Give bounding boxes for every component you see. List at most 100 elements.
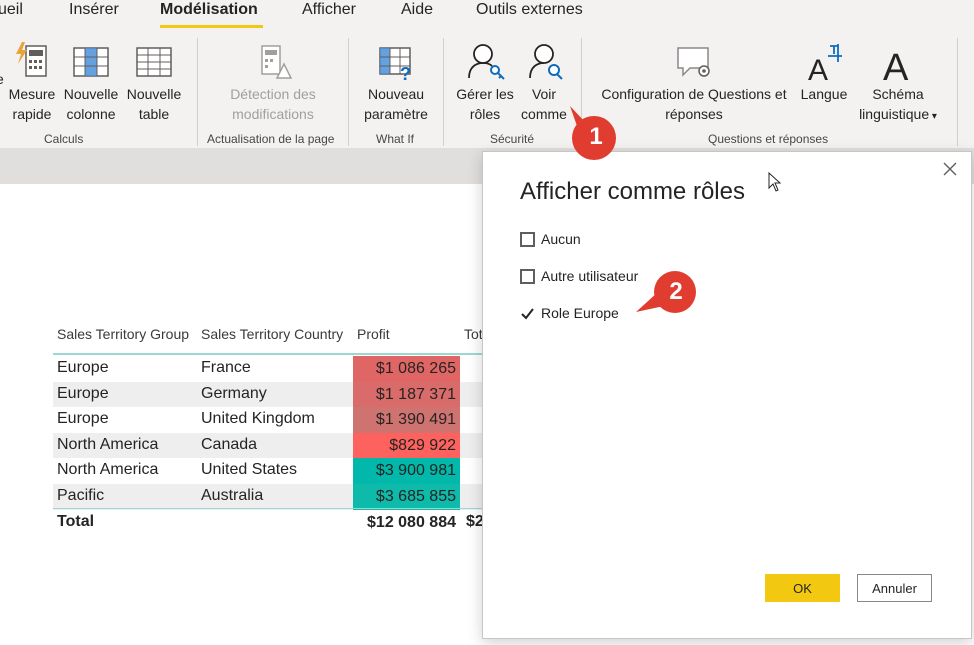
chevron-down-icon: ▾ <box>929 111 937 122</box>
role-option-label: Aucun <box>541 231 581 247</box>
cell-country: Canada <box>201 435 258 453</box>
total-profit: $12 080 884 <box>367 514 456 531</box>
new-column-label-1: Nouvelle <box>63 86 119 102</box>
tab-modelisation[interactable]: Modélisation <box>160 1 258 19</box>
group-label-calculs: Calculs <box>44 132 84 146</box>
checkbox-none[interactable] <box>520 232 535 247</box>
new-column-icon <box>73 47 109 77</box>
cell-profit: $829 922 <box>353 432 460 459</box>
cell-group: Europe <box>57 410 109 428</box>
new-table-label-1: Nouvelle <box>126 86 182 102</box>
new-parameter-button[interactable]: ? Nouveau paramètre <box>360 40 432 124</box>
checkbox-role-europe[interactable] <box>520 306 535 321</box>
ribbon-separator <box>957 38 958 146</box>
total-label: Total <box>57 513 95 530</box>
new-parameter-label-1: Nouveau <box>367 86 425 102</box>
column-header-total[interactable]: Tot <box>464 326 483 342</box>
svg-text:?: ? <box>400 64 411 84</box>
cell-profit: $3 685 855 <box>353 484 460 510</box>
table-row[interactable]: North America United States $3 900 981 <box>53 458 493 484</box>
quick-measure-label-1: Mesure <box>8 86 56 102</box>
cell-group: Europe <box>57 384 109 402</box>
ribbon-tab-bar: ueil Insérer Modélisation Afficher Aide … <box>0 0 974 30</box>
view-as-icon <box>529 44 563 80</box>
checkmark-icon <box>520 306 535 321</box>
quick-measure-label-2: rapide <box>12 106 52 122</box>
view-as-roles-dialog: Afficher comme rôles Aucun Autre utilisa… <box>482 151 972 639</box>
language-icon: A <box>808 44 842 84</box>
header-divider <box>53 353 493 355</box>
role-option-label: Autre utilisateur <box>541 268 639 284</box>
tab-aide[interactable]: Aide <box>401 1 433 19</box>
dialog-title: Afficher comme rôles <box>520 178 745 205</box>
tab-inserer[interactable]: Insérer <box>69 1 119 19</box>
cancel-button[interactable]: Annuler <box>857 574 932 602</box>
cell-profit: $1 187 371 <box>353 381 460 408</box>
svg-text:A: A <box>883 47 909 84</box>
change-detection-label-2: modifications <box>232 106 314 122</box>
new-parameter-label-2: paramètre <box>364 106 428 122</box>
column-header-country[interactable]: Sales Territory Country <box>201 326 343 342</box>
linguistic-schema-button[interactable]: A Schéma linguistique ▾ <box>852 40 944 127</box>
checkbox-other-user[interactable] <box>520 269 535 284</box>
group-label-security: Sécurité <box>490 132 535 146</box>
new-table-icon <box>136 47 172 77</box>
new-column-label-2: colonne <box>66 106 116 122</box>
language-button[interactable]: A Langue <box>798 40 850 104</box>
cell-profit: $3 900 981 <box>353 458 460 484</box>
table-row[interactable]: North America Canada $829 922 <box>53 432 493 459</box>
close-icon[interactable] <box>941 160 959 178</box>
change-detection-button[interactable]: Détection des modifications <box>222 40 324 124</box>
table-row[interactable]: Europe Germany $1 187 371 <box>53 381 493 408</box>
role-option-label: Role Europe <box>541 305 619 321</box>
cell-group: North America <box>57 435 159 453</box>
linguistic-schema-icon: A <box>883 47 909 84</box>
group-label-qa: Questions et réponses <box>708 132 829 146</box>
view-as-label-1: Voir <box>531 86 557 102</box>
column-header-group[interactable]: Sales Territory Group <box>57 326 189 342</box>
column-header-profit[interactable]: Profit <box>357 326 390 342</box>
linguistic-schema-label-2: linguistique <box>859 106 930 122</box>
change-detection-icon <box>261 45 293 79</box>
quick-measure-button[interactable]: Mesure rapide <box>6 40 58 124</box>
total-divider <box>53 508 493 509</box>
new-column-button[interactable]: Nouvelle colonne <box>61 40 121 124</box>
table-row[interactable]: Europe France $1 086 265 <box>53 356 493 382</box>
manage-roles-icon <box>468 44 505 80</box>
qa-setup-button[interactable]: Configuration de Questions et réponses <box>592 40 796 124</box>
cell-country: United States <box>201 461 298 479</box>
manage-roles-label-2: rôles <box>469 106 501 122</box>
new-table-button[interactable]: Nouvelle table <box>124 40 184 124</box>
qa-setup-label-1: Configuration de Questions et <box>601 86 787 102</box>
ok-button[interactable]: OK <box>765 574 840 602</box>
cell-country: Australia <box>201 487 264 504</box>
mouse-cursor-icon <box>768 172 782 192</box>
qa-setup-icon <box>677 47 710 77</box>
ribbon-separator <box>443 38 444 146</box>
cell-group: Pacific <box>57 487 105 504</box>
view-as-button[interactable]: Voir comme <box>516 40 572 124</box>
callout-number: 2 <box>669 278 683 305</box>
tab-accueil[interactable]: ueil <box>0 1 23 19</box>
callout-1: 1 <box>567 106 617 162</box>
table-total-row[interactable]: Total $12 080 884 $2 <box>53 510 493 536</box>
cell-country: France <box>201 359 251 376</box>
svg-text:e: e <box>0 71 4 84</box>
cell-profit: $1 086 265 <box>353 356 460 382</box>
new-table-label-2: table <box>138 106 170 122</box>
new-parameter-icon: ? <box>379 47 411 84</box>
table-row[interactable]: Pacific Australia $3 685 855 <box>53 484 493 510</box>
ribbon: e Mesure rapide Nouvelle colonne Nouvell… <box>0 30 974 148</box>
language-label: Langue <box>800 86 848 102</box>
active-tab-indicator <box>160 25 263 28</box>
quick-measure-icon <box>16 42 47 77</box>
qa-setup-label-2: réponses <box>665 106 723 122</box>
tab-outils-externes[interactable]: Outils externes <box>476 1 583 19</box>
table-row[interactable]: Europe United Kingdom $1 390 491 <box>53 407 493 433</box>
manage-roles-button[interactable]: Gérer les rôles <box>454 40 516 124</box>
svg-text:A: A <box>808 54 828 84</box>
cell-country: United Kingdom <box>201 410 315 428</box>
group-label-whatif: What If <box>376 132 415 146</box>
tab-afficher[interactable]: Afficher <box>302 1 356 19</box>
view-as-label-2: comme <box>521 106 567 122</box>
